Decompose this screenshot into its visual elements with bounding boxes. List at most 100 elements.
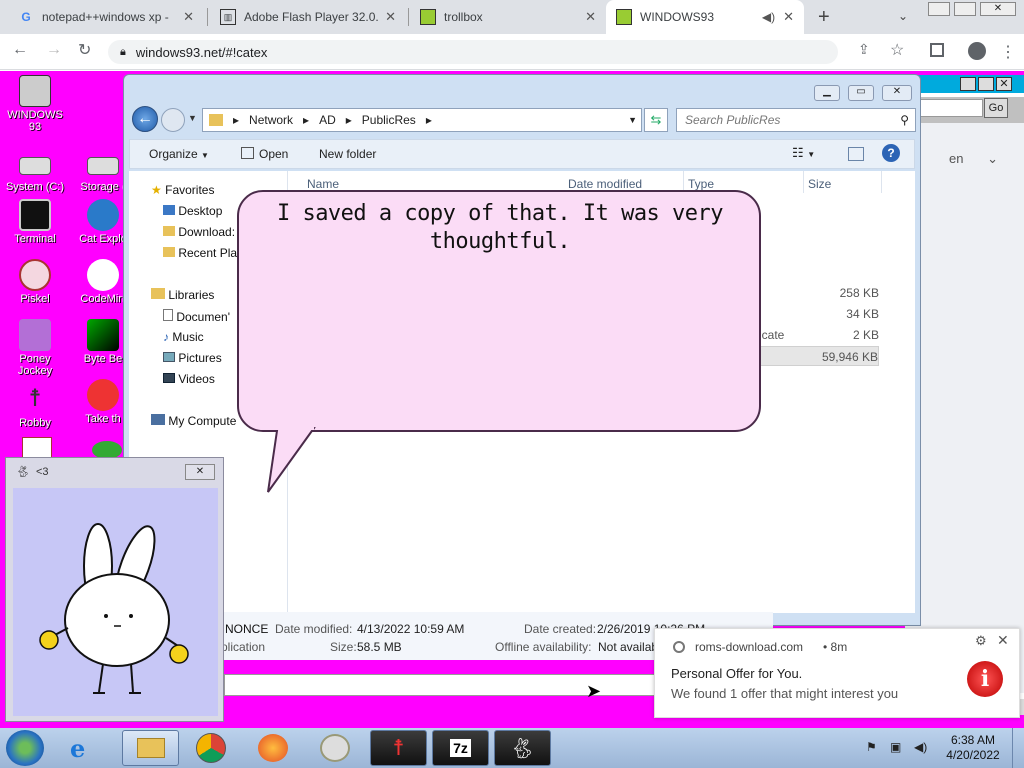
chevron-down-icon[interactable]: ▼ xyxy=(628,115,637,125)
desktop-icon-windows93[interactable]: WINDOWS 93 xyxy=(4,75,66,133)
minimize-button[interactable] xyxy=(928,2,950,16)
icon-label: System (C:) xyxy=(5,181,65,193)
maximize-button[interactable]: ▭ xyxy=(848,85,874,101)
view-options-icon[interactable]: ☷ ▼ xyxy=(792,145,815,161)
url-bar[interactable]: 🔒︎ windows93.net/#!catex xyxy=(108,40,838,64)
forward-icon[interactable]: → xyxy=(46,41,62,59)
bookmark-star-icon[interactable]: ☆ xyxy=(890,40,904,60)
browser-tab-2[interactable]: ▥ Adobe Flash Player 32.0. ✕ xyxy=(210,0,406,34)
profile-icon[interactable] xyxy=(968,42,986,60)
network-error-icon[interactable]: ⚑ xyxy=(866,740,877,754)
menu-icon[interactable]: ⋮ xyxy=(1000,42,1016,62)
language-select[interactable]: en ⌄ xyxy=(949,151,998,167)
preview-pane-icon[interactable] xyxy=(848,147,864,161)
nav-music[interactable]: ♪ Music xyxy=(163,330,204,344)
minimize-button[interactable]: ▁ xyxy=(814,85,840,101)
breadcrumb-separator: ▸ xyxy=(303,113,310,127)
breadcrumb-network[interactable]: Network xyxy=(249,113,293,127)
nav-documents[interactable]: Documen' xyxy=(163,309,230,324)
browser-tab-1[interactable]: G notepad++windows xp - ✕ xyxy=(8,0,204,34)
taskbar-explorer[interactable] xyxy=(122,730,179,766)
computer-icon xyxy=(151,414,165,425)
nav-desktop[interactable]: Desktop xyxy=(163,204,222,218)
column-name[interactable]: Name xyxy=(307,177,339,191)
nav-downloads[interactable]: Download: xyxy=(163,225,235,239)
volume-icon[interactable]: ◀) xyxy=(914,740,927,754)
close-button[interactable]: ✕ xyxy=(185,464,215,480)
internet-explorer-icon[interactable]: e xyxy=(70,734,85,763)
share-icon[interactable]: ⇪ xyxy=(858,41,870,58)
nav-my-computer[interactable]: My Compute xyxy=(151,414,236,428)
forward-button[interactable] xyxy=(161,108,185,132)
new-folder-button[interactable]: New folder xyxy=(319,147,376,161)
paint-palette-icon[interactable] xyxy=(320,734,350,762)
close-icon[interactable]: ✕ xyxy=(997,632,1009,649)
chevron-down-icon[interactable]: ⌄ xyxy=(898,9,908,23)
recent-pages-dropdown[interactable]: ▼ xyxy=(188,113,197,123)
nav-recent-places[interactable]: Recent Pla xyxy=(163,246,237,260)
column-date-modified[interactable]: Date modified xyxy=(568,177,642,191)
firefox-icon[interactable] xyxy=(258,734,288,762)
downloads-icon xyxy=(163,226,175,236)
settings-gear-icon[interactable]: ⚙ xyxy=(975,633,987,649)
reload-icon[interactable]: ↻ xyxy=(78,40,91,60)
close-icon[interactable]: ✕ xyxy=(183,9,194,25)
browser-tab-3[interactable]: trollbox ✕ xyxy=(410,0,606,34)
taskbar-bunny[interactable]: 🐇︎ xyxy=(494,730,551,766)
action-center-icon[interactable]: ▣ xyxy=(890,740,901,754)
desktop-icon-robby[interactable]: ☨ Robby xyxy=(4,383,66,429)
nav-libraries[interactable]: Libraries xyxy=(151,288,214,302)
start-button[interactable] xyxy=(6,730,44,766)
desktop-icon-poney-jockey[interactable]: Poney Jockey xyxy=(4,319,66,377)
search-field[interactable]: Search PublicRes ⚲ xyxy=(676,108,916,132)
back-button[interactable]: ← xyxy=(132,106,158,132)
file-row[interactable]: icate 2 KB xyxy=(759,326,879,344)
chrome-icon[interactable] xyxy=(196,733,226,763)
app-icon[interactable] xyxy=(22,437,52,459)
close-button[interactable]: ✕ xyxy=(996,77,1012,91)
file-row[interactable]: 258 KB xyxy=(759,284,879,302)
bunny-icon: 🐇︎ xyxy=(509,737,536,760)
column-type[interactable]: Type xyxy=(688,177,714,191)
audio-icon[interactable]: ◀) xyxy=(762,10,775,24)
back-icon[interactable]: ← xyxy=(12,41,28,59)
close-icon[interactable]: ✕ xyxy=(385,9,396,25)
chrome-notification[interactable]: roms-download.com • 8m ⚙ ✕ Personal Offe… xyxy=(654,628,1020,718)
breadcrumb[interactable]: ▸ Network ▸ AD ▸ PublicRes ▸ ▼ xyxy=(202,108,642,132)
column-size[interactable]: Size xyxy=(808,177,831,191)
breadcrumb-publicres[interactable]: PublicRes xyxy=(362,113,416,127)
show-desktop-button[interactable] xyxy=(1012,728,1024,768)
system-clock[interactable]: 6:38 AM 4/20/2022 xyxy=(940,733,1006,763)
browser-tab-4-active[interactable]: WINDOWS93 ◀) ✕ xyxy=(606,0,804,34)
minimize-button[interactable] xyxy=(960,77,976,91)
file-row[interactable]: 34 KB xyxy=(759,305,879,323)
maximize-button[interactable] xyxy=(954,2,976,16)
taskbar-7zip[interactable]: 7z xyxy=(432,730,489,766)
clock-date: 4/20/2022 xyxy=(946,748,1000,762)
close-window-button[interactable]: ✕ xyxy=(980,2,1016,16)
close-icon[interactable]: ✕ xyxy=(783,9,794,25)
sidepanel-icon[interactable] xyxy=(930,43,944,57)
desktop-icon-system-c[interactable]: System (C:) xyxy=(4,149,66,193)
go-button[interactable]: Go xyxy=(984,98,1008,118)
maximize-button[interactable] xyxy=(978,77,994,91)
file-row-selected[interactable]: 59,946 KB xyxy=(759,346,879,366)
close-button[interactable]: ✕ xyxy=(882,85,912,101)
bunny-character[interactable] xyxy=(13,488,218,716)
nav-pictures[interactable]: Pictures xyxy=(163,351,222,365)
refresh-icon[interactable]: ⇆ xyxy=(644,108,668,132)
taskbar-stickman[interactable]: ☨ xyxy=(370,730,427,766)
new-tab-icon[interactable]: + xyxy=(818,6,830,29)
help-icon[interactable]: ? xyxy=(882,144,900,162)
open-button[interactable]: Open xyxy=(241,147,288,161)
search-icon[interactable]: ⚲ xyxy=(900,113,909,127)
desktop-icon-terminal[interactable]: Terminal xyxy=(4,199,66,245)
organize-button[interactable]: Organize ▼ xyxy=(149,147,209,161)
desktop-icon-piskel[interactable]: Piskel xyxy=(4,259,66,305)
nav-videos[interactable]: Videos xyxy=(163,372,215,386)
breadcrumb-ad[interactable]: AD xyxy=(319,113,336,127)
url-input[interactable] xyxy=(919,99,983,117)
nav-favorites[interactable]: ★ Favorites xyxy=(151,183,214,197)
7zip-icon: 7z xyxy=(450,739,471,757)
close-icon[interactable]: ✕ xyxy=(585,9,596,25)
